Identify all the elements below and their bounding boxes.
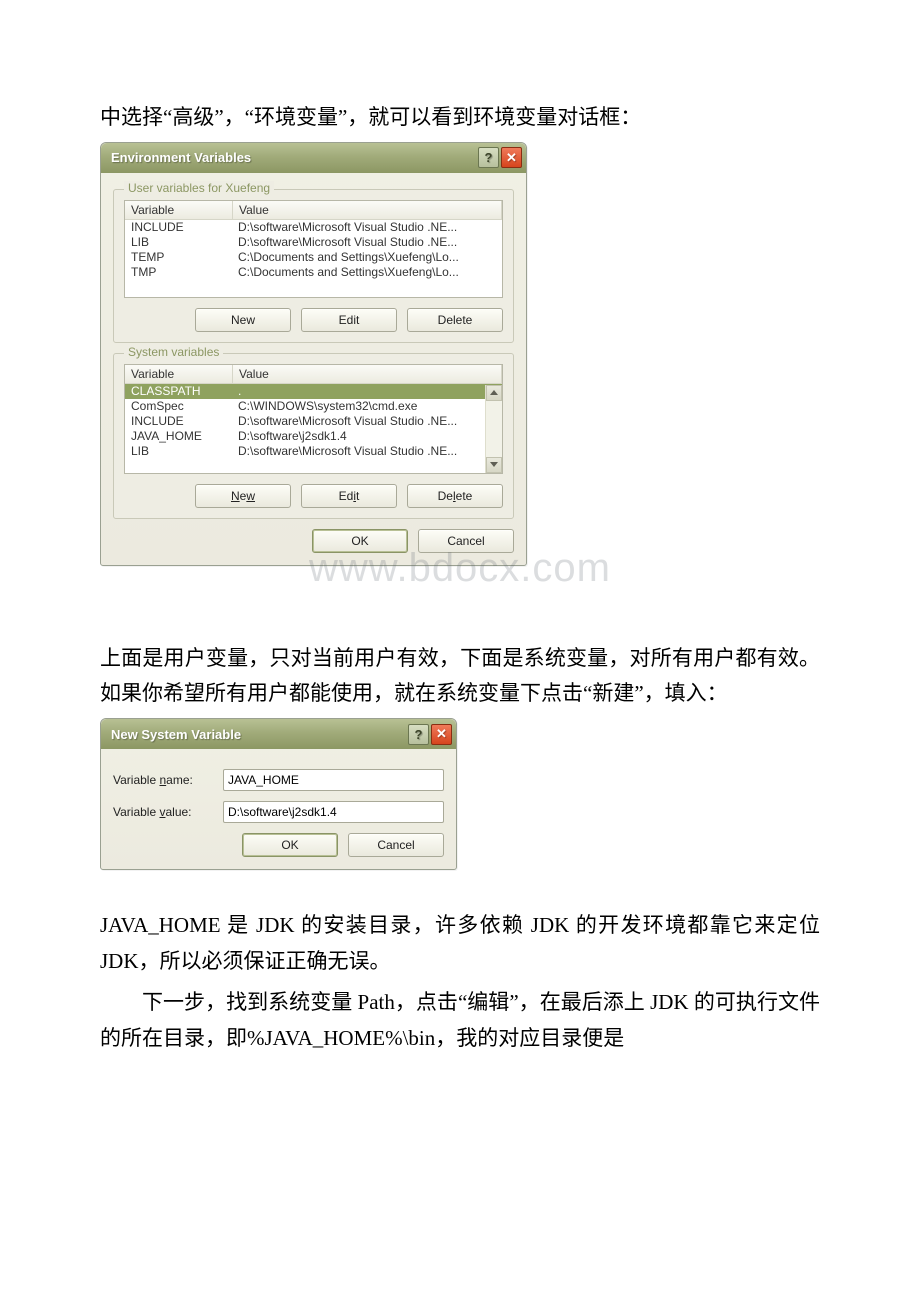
environment-variables-dialog: Environment Variables ? ✕ User variables… xyxy=(100,142,527,566)
cell-val: D:\software\Microsoft Visual Studio .NE.… xyxy=(232,235,502,249)
table-row[interactable]: TEMPC:\Documents and Settings\Xuefeng\Lo… xyxy=(125,250,502,265)
cell-val: D:\software\Microsoft Visual Studio .NE.… xyxy=(232,444,502,458)
close-button[interactable]: ✕ xyxy=(431,724,452,745)
table-row[interactable]: INCLUDED:\software\Microsoft Visual Stud… xyxy=(125,220,502,235)
user-edit-button[interactable]: Edit xyxy=(301,308,397,332)
paragraph-1: 中选择“高级”，“环境变量”，就可以看到环境变量对话框： xyxy=(100,100,820,136)
dialog-titlebar[interactable]: Environment Variables ? ✕ xyxy=(101,143,526,173)
variable-value-label: Variable value: xyxy=(113,805,223,819)
cell-val: D:\software\j2sdk1.4 xyxy=(232,429,502,443)
chevron-down-icon xyxy=(490,462,498,467)
help-button[interactable]: ? xyxy=(478,147,499,168)
table-row[interactable]: CLASSPATH. xyxy=(125,384,502,399)
user-delete-button[interactable]: Delete xyxy=(407,308,503,332)
list-rows: INCLUDED:\software\Microsoft Visual Stud… xyxy=(125,220,502,280)
system-new-button[interactable]: New xyxy=(195,484,291,508)
ok-button[interactable]: OK xyxy=(312,529,408,553)
variable-name-label: Variable name: xyxy=(113,773,223,787)
list-rows: CLASSPATH. ComSpecC:\WINDOWS\system32\cm… xyxy=(125,384,502,459)
cell-var: JAVA_HOME xyxy=(125,429,232,443)
column-variable[interactable]: Variable xyxy=(125,365,233,383)
help-icon: ? xyxy=(415,727,423,742)
column-variable[interactable]: Variable xyxy=(125,201,233,219)
table-row[interactable]: LIBD:\software\Microsoft Visual Studio .… xyxy=(125,444,502,459)
cell-val: D:\software\Microsoft Visual Studio .NE.… xyxy=(232,414,502,428)
cell-var: CLASSPATH xyxy=(125,384,232,398)
user-variables-group: User variables for Xuefeng Variable Valu… xyxy=(113,189,514,343)
table-row[interactable]: INCLUDED:\software\Microsoft Visual Stud… xyxy=(125,414,502,429)
cell-var: LIB xyxy=(125,444,232,458)
cancel-button[interactable]: Cancel xyxy=(348,833,444,857)
system-edit-button[interactable]: Edit xyxy=(301,484,397,508)
scroll-down-button[interactable] xyxy=(486,457,502,473)
paragraph-4: 下一步，找到系统变量 Path，点击“编辑”，在最后添上 JDK 的可执行文件的… xyxy=(100,985,820,1056)
cell-val: . xyxy=(232,384,502,398)
help-button[interactable]: ? xyxy=(408,724,429,745)
user-variables-legend: User variables for Xuefeng xyxy=(124,181,274,195)
table-row[interactable]: JAVA_HOMED:\software\j2sdk1.4 xyxy=(125,429,502,444)
cell-var: TEMP xyxy=(125,250,232,264)
paragraph-3: JAVA_HOME 是 JDK 的安装目录，许多依赖 JDK 的开发环境都靠它来… xyxy=(100,908,820,979)
column-value[interactable]: Value xyxy=(233,201,502,219)
paragraph-2: 上面是用户变量，只对当前用户有效，下面是系统变量，对所有用户都有效。如果你希望所… xyxy=(100,641,820,712)
list-header: Variable Value xyxy=(125,365,502,384)
cell-var: INCLUDE xyxy=(125,414,232,428)
dialog-title: New System Variable xyxy=(111,727,406,742)
cell-val: C:\Documents and Settings\Xuefeng\Lo... xyxy=(232,250,502,264)
system-variables-list[interactable]: Variable Value CLASSPATH. ComSpecC:\WIND… xyxy=(124,364,503,474)
variable-value-input[interactable] xyxy=(223,801,444,823)
cell-val: D:\software\Microsoft Visual Studio .NE.… xyxy=(232,220,502,234)
system-delete-button[interactable]: Delete xyxy=(407,484,503,508)
variable-name-input[interactable] xyxy=(223,769,444,791)
chevron-up-icon xyxy=(490,390,498,395)
cell-var: ComSpec xyxy=(125,399,232,413)
user-variables-list[interactable]: Variable Value INCLUDED:\software\Micros… xyxy=(124,200,503,298)
cell-val: C:\Documents and Settings\Xuefeng\Lo... xyxy=(232,265,502,279)
close-icon: ✕ xyxy=(506,150,517,166)
cancel-button[interactable]: Cancel xyxy=(418,529,514,553)
ok-button[interactable]: OK xyxy=(242,833,338,857)
close-icon: ✕ xyxy=(436,726,447,742)
system-variables-group: System variables Variable Value CLASSPAT… xyxy=(113,353,514,519)
table-row[interactable]: LIBD:\software\Microsoft Visual Studio .… xyxy=(125,235,502,250)
dialog-title: Environment Variables xyxy=(111,150,476,165)
cell-var: LIB xyxy=(125,235,232,249)
column-value[interactable]: Value xyxy=(233,365,502,383)
dialog-titlebar[interactable]: New System Variable ? ✕ xyxy=(101,719,456,749)
close-button[interactable]: ✕ xyxy=(501,147,522,168)
scroll-up-button[interactable] xyxy=(486,385,502,401)
table-row[interactable]: ComSpecC:\WINDOWS\system32\cmd.exe xyxy=(125,399,502,414)
cell-val: C:\WINDOWS\system32\cmd.exe xyxy=(232,399,502,413)
user-new-button[interactable]: New xyxy=(195,308,291,332)
system-variables-legend: System variables xyxy=(124,345,223,359)
table-row[interactable]: TMPC:\Documents and Settings\Xuefeng\Lo.… xyxy=(125,265,502,280)
help-icon: ? xyxy=(485,150,493,165)
cell-var: TMP xyxy=(125,265,232,279)
scrollbar[interactable] xyxy=(485,385,502,473)
list-header: Variable Value xyxy=(125,201,502,220)
new-system-variable-dialog: New System Variable ? ✕ Variable name: V… xyxy=(100,718,457,870)
cell-var: INCLUDE xyxy=(125,220,232,234)
